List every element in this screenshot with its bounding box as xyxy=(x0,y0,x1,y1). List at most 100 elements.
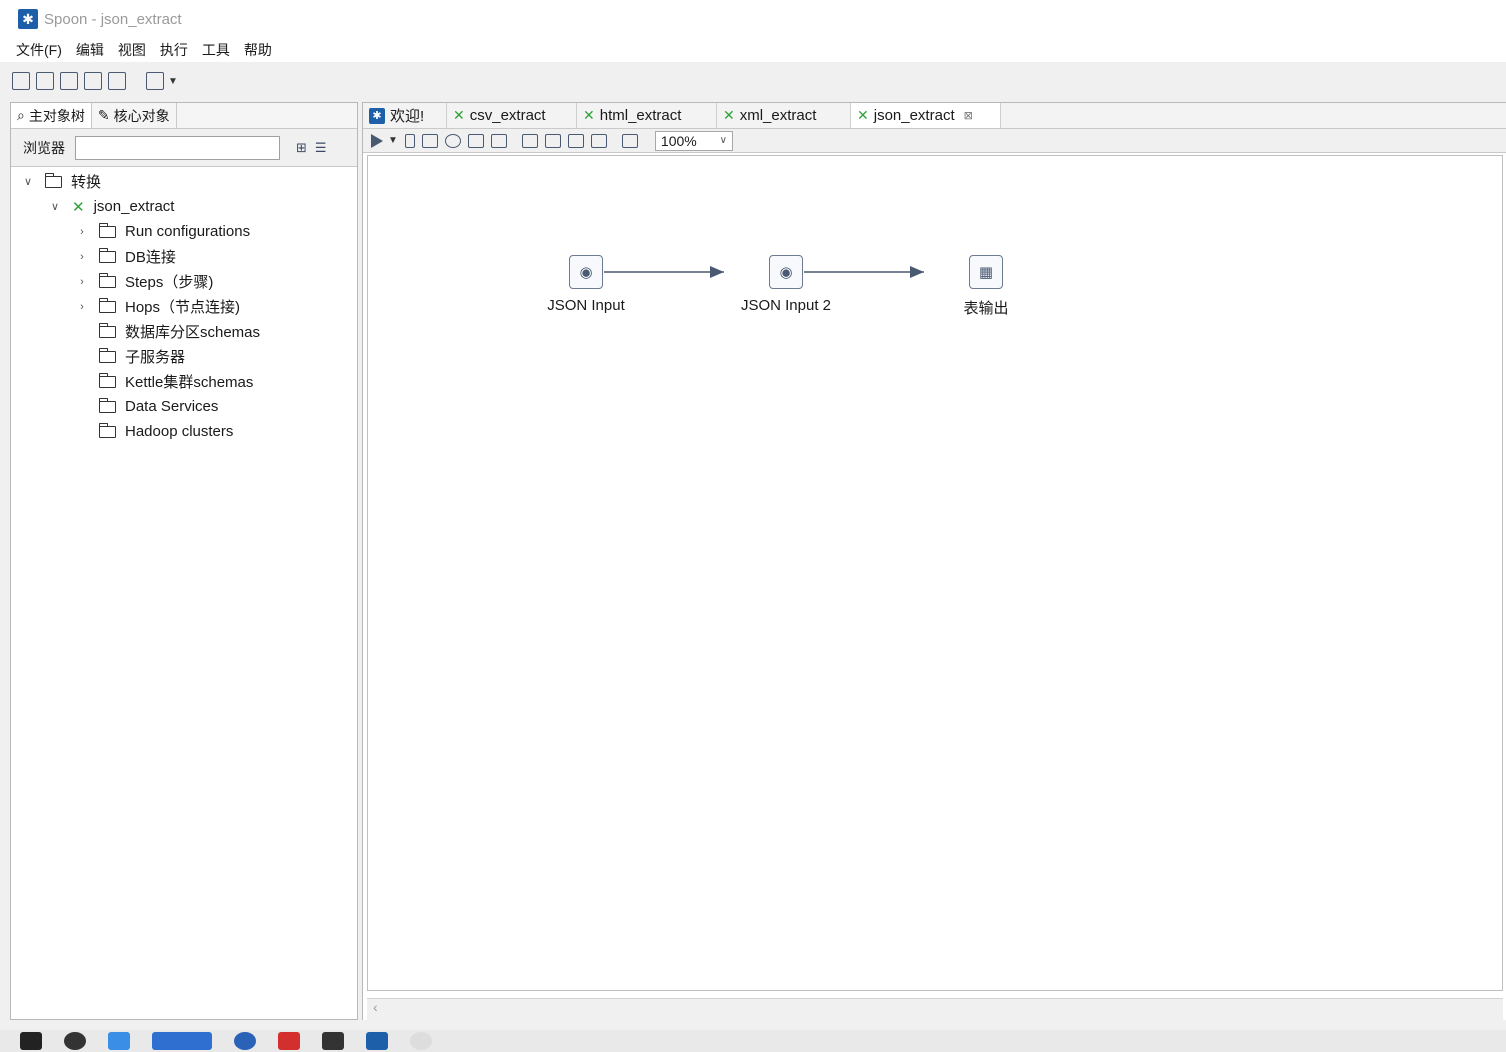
transformation-icon: ✕ xyxy=(453,107,465,123)
save-as-icon[interactable] xyxy=(108,72,126,90)
chevron-right-icon[interactable]: › xyxy=(75,251,89,263)
perspective-layers-icon[interactable] xyxy=(146,72,164,90)
folder-icon xyxy=(98,222,116,238)
folder-icon xyxy=(98,397,116,413)
scroll-left-icon[interactable]: ‹ xyxy=(373,999,378,1015)
step-json-input-2[interactable]: ◉ JSON Input 2 xyxy=(716,255,856,314)
left-panel: ⌕ 主对象树 ✎ 核心对象 浏览器 ⊞ ☰ ∨ 转换 ∨ ✕ json_extr… xyxy=(10,102,358,1020)
preview-icon[interactable] xyxy=(444,133,461,148)
tree-item-run-configurations[interactable]: › Run configurations xyxy=(11,219,357,244)
app-icon[interactable] xyxy=(410,1032,432,1050)
folder-icon xyxy=(98,247,116,263)
step-label: JSON Input 2 xyxy=(740,297,832,314)
tree-item-data-services[interactable]: Data Services xyxy=(11,394,357,419)
chevron-right-icon[interactable]: › xyxy=(75,226,89,238)
menu-file[interactable]: 文件(F) xyxy=(16,40,62,60)
folder-icon xyxy=(98,422,116,438)
tab-label: xml_extract xyxy=(739,107,817,124)
explore-db-icon[interactable] xyxy=(590,133,607,148)
tree-item-label: 数据库分区schemas xyxy=(125,324,261,341)
chevron-down-icon[interactable]: ∨ xyxy=(21,175,35,188)
search-taskbar-icon[interactable] xyxy=(152,1032,212,1050)
tab-label: csv_extract xyxy=(469,107,546,124)
tab-welcome[interactable]: ✱ 欢迎! xyxy=(363,103,447,128)
impact-icon[interactable] xyxy=(544,133,561,148)
tab-main-tree[interactable]: ⌕ 主对象树 xyxy=(11,103,92,128)
tree-node-transformations[interactable]: ∨ 转换 xyxy=(11,169,357,194)
run-dropdown-icon[interactable]: ▼ xyxy=(388,135,398,146)
close-icon[interactable]: ⊠ xyxy=(964,109,973,122)
spoon-window: ✱ Spoon - json_extract 文件(F) 编辑 视图 执行 工具… xyxy=(0,0,1506,1030)
editor-panel: ✱ 欢迎! ✕ csv_extract ✕ html_extract ✕ xml… xyxy=(362,102,1506,1020)
editor-tabs: ✱ 欢迎! ✕ csv_extract ✕ html_extract ✕ xml… xyxy=(363,103,1506,129)
step-label: JSON Input xyxy=(547,297,625,314)
chevron-down-icon: ∨ xyxy=(719,135,727,146)
pause-icon[interactable] xyxy=(404,133,415,148)
tree-item-cluster-schemas[interactable]: Kettle集群schemas xyxy=(11,369,357,394)
json-input-icon[interactable]: ◉ xyxy=(569,255,603,289)
app-icon[interactable] xyxy=(278,1032,300,1050)
chevron-right-icon[interactable]: › xyxy=(75,276,89,288)
tree-item-partition-schemas[interactable]: 数据库分区schemas xyxy=(11,319,357,344)
zoom-select[interactable]: 100% ∨ xyxy=(654,130,733,151)
transformation-icon: ✕ xyxy=(583,107,595,123)
tree-item-steps[interactable]: › Steps（步骤) xyxy=(11,269,357,294)
perspective-dropdown-icon[interactable]: ▼ xyxy=(168,76,178,87)
menu-tools[interactable]: 工具 xyxy=(202,40,230,60)
step-json-input[interactable]: ◉ JSON Input xyxy=(516,255,656,314)
verify-icon[interactable] xyxy=(521,133,538,148)
tab-csv-extract[interactable]: ✕ csv_extract xyxy=(447,103,577,128)
tab-core-objects[interactable]: ✎ 核心对象 xyxy=(91,103,177,128)
transformation-canvas[interactable]: ◉ JSON Input ◉ JSON Input 2 ▦ 表输出 xyxy=(367,155,1503,991)
menu-run[interactable]: 执行 xyxy=(160,40,188,60)
debug-icon[interactable] xyxy=(467,133,484,148)
chevron-right-icon[interactable]: › xyxy=(75,301,89,313)
folder-icon xyxy=(98,347,116,363)
explore-repository-icon[interactable] xyxy=(60,72,78,90)
new-file-icon[interactable] xyxy=(12,72,30,90)
tree-item-slave-servers[interactable]: 子服务器 xyxy=(11,344,357,369)
os-taskbar xyxy=(0,1030,1506,1052)
step-table-output[interactable]: ▦ 表输出 xyxy=(916,255,1056,318)
table-output-icon[interactable]: ▦ xyxy=(969,255,1003,289)
menu-view[interactable]: 视图 xyxy=(118,40,146,60)
json-input-icon[interactable]: ◉ xyxy=(769,255,803,289)
tab-main-tree-label: 主对象树 xyxy=(28,107,85,124)
browse-search-input[interactable] xyxy=(75,135,280,160)
terminal-icon[interactable] xyxy=(322,1032,344,1050)
tab-label: html_extract xyxy=(599,107,682,124)
run-icon[interactable] xyxy=(371,133,383,148)
left-panel-tabs: ⌕ 主对象树 ✎ 核心对象 xyxy=(11,103,357,129)
tab-json-extract[interactable]: ✕ json_extract ⊠ xyxy=(851,103,1001,128)
tree-item-label: Steps（步骤) xyxy=(125,274,214,291)
tree-item-label: DB连接 xyxy=(125,249,176,266)
browser-icon[interactable] xyxy=(108,1032,130,1050)
open-file-icon[interactable] xyxy=(36,72,54,90)
tree-item-label: Hops（节点连接) xyxy=(125,299,241,316)
tree-item-db-connections[interactable]: › DB连接 xyxy=(11,244,357,269)
tree-item-hops[interactable]: › Hops（节点连接) xyxy=(11,294,357,319)
replay-icon[interactable] xyxy=(490,133,507,148)
step-label: 表输出 xyxy=(963,300,1009,317)
spoon-taskbar-icon[interactable] xyxy=(366,1032,388,1050)
app-icon[interactable] xyxy=(234,1032,256,1050)
tab-xml-extract[interactable]: ✕ xml_extract xyxy=(717,103,851,128)
expand-tree-icon[interactable]: ⊞ xyxy=(296,140,307,156)
tab-html-extract[interactable]: ✕ html_extract xyxy=(577,103,717,128)
horizontal-scrollbar[interactable]: ‹ xyxy=(367,998,1503,1020)
show-results-icon[interactable] xyxy=(621,133,638,148)
spoon-icon: ✱ xyxy=(369,107,385,124)
tree-node-json-extract[interactable]: ∨ ✕ json_extract xyxy=(11,194,357,219)
menu-help[interactable]: 帮助 xyxy=(244,40,272,60)
tree-item-hadoop-clusters[interactable]: Hadoop clusters xyxy=(11,419,357,444)
collapse-tree-icon[interactable]: ☰ xyxy=(315,140,327,156)
transformation-icon: ✕ xyxy=(72,198,85,216)
chevron-down-icon[interactable]: ∨ xyxy=(48,200,62,213)
save-icon[interactable] xyxy=(84,72,102,90)
title-bar: ✱ Spoon - json_extract xyxy=(0,0,1506,38)
start-icon[interactable] xyxy=(20,1032,42,1050)
menu-edit[interactable]: 编辑 xyxy=(76,40,104,60)
sql-icon[interactable] xyxy=(567,133,584,148)
stop-icon[interactable] xyxy=(421,133,438,148)
taskview-icon[interactable] xyxy=(64,1032,86,1050)
